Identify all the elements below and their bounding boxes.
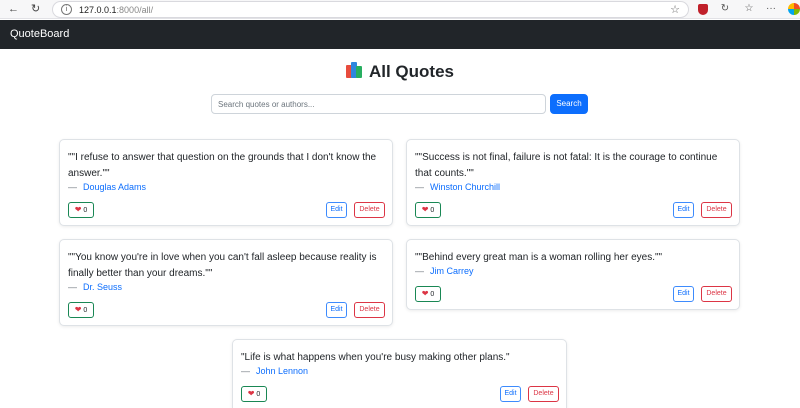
like-button[interactable]: ❤ 0 — [415, 202, 441, 218]
like-count: 0 — [430, 291, 435, 298]
page-title: All Quotes — [368, 62, 454, 81]
quote-card: "Life is what happens when you're busy m… — [232, 339, 567, 408]
like-count: 0 — [83, 307, 88, 314]
edit-button[interactable]: Edit — [326, 302, 347, 318]
author-dash: — — [241, 366, 250, 376]
url-text[interactable]: 127.0.0.1:8000/all/ — [79, 4, 153, 17]
search-button[interactable]: Search — [550, 94, 588, 114]
more-menu-icon[interactable]: ··· — [763, 2, 779, 16]
author-dash: — — [68, 282, 77, 292]
site-info-icon[interactable]: i — [61, 4, 72, 15]
like-button[interactable]: ❤ 0 — [68, 202, 94, 218]
quote-card: ""You know you're in love when you can't… — [59, 239, 393, 326]
url-host: 127.0.0.1 — [79, 5, 117, 15]
quote-author: — John Lennon — [241, 365, 308, 377]
edit-button[interactable]: Edit — [673, 286, 694, 302]
like-button[interactable]: ❤ 0 — [241, 386, 267, 402]
edit-button[interactable]: Edit — [673, 202, 694, 218]
favorites-icon[interactable]: ☆ — [741, 2, 757, 16]
author-link[interactable]: Dr. Seuss — [83, 282, 122, 292]
heart-icon: ❤ — [74, 205, 82, 214]
page-heading: All Quotes — [0, 62, 800, 82]
quote-card: ""Behind every great man is a woman roll… — [406, 239, 740, 310]
author-dash: — — [68, 182, 77, 192]
author-dash: — — [415, 266, 424, 276]
quote-text: ""You know you're in love when you can't… — [68, 252, 377, 279]
author-link[interactable]: Jim Carrey — [430, 266, 474, 276]
edit-button[interactable]: Edit — [326, 202, 347, 218]
star-icon[interactable]: ☆ — [670, 3, 680, 17]
like-count: 0 — [256, 391, 261, 398]
author-dash: — — [415, 182, 424, 192]
quote-text: ""Behind every great man is a woman roll… — [415, 252, 663, 263]
browser-toolbar: ← ↻ i 127.0.0.1:8000/all/ ☆ ↻ ☆ ··· — [0, 0, 800, 19]
quote-author: — Winston Churchill — [415, 181, 500, 193]
delete-button[interactable]: Delete — [528, 386, 559, 402]
author-link[interactable]: Douglas Adams — [83, 182, 146, 192]
like-count: 0 — [83, 207, 88, 214]
extension-icon[interactable]: ↻ — [717, 2, 733, 16]
shield-extension-icon[interactable] — [695, 2, 711, 16]
back-arrow-icon[interactable]: ← — [8, 2, 19, 17]
delete-button[interactable]: Delete — [701, 286, 732, 302]
author-link[interactable]: John Lennon — [256, 366, 308, 376]
books-icon — [345, 62, 363, 79]
quote-card: ""I refuse to answer that question on th… — [59, 139, 393, 226]
like-button[interactable]: ❤ 0 — [415, 286, 441, 302]
quote-author: — Dr. Seuss — [68, 281, 122, 293]
delete-button[interactable]: Delete — [354, 202, 385, 218]
quote-text: "Life is what happens when you're busy m… — [241, 352, 510, 363]
quote-text: ""I refuse to answer that question on th… — [68, 152, 377, 179]
reload-icon[interactable]: ↻ — [31, 2, 40, 17]
heart-icon: ❤ — [247, 389, 255, 398]
quote-author: — Jim Carrey — [415, 265, 474, 277]
delete-button[interactable]: Delete — [354, 302, 385, 318]
delete-button[interactable]: Delete — [701, 202, 732, 218]
edit-button[interactable]: Edit — [500, 386, 521, 402]
like-count: 0 — [430, 207, 435, 214]
heart-icon: ❤ — [421, 289, 429, 298]
brand-link[interactable]: QuoteBoard — [10, 27, 69, 41]
app-navbar: QuoteBoard — [0, 20, 800, 49]
address-bar[interactable]: i 127.0.0.1:8000/all/ ☆ — [52, 1, 689, 18]
url-path: :8000/all/ — [116, 5, 154, 15]
author-link[interactable]: Winston Churchill — [430, 182, 500, 192]
heart-icon: ❤ — [74, 305, 82, 314]
quote-card: ""Success is not final, failure is not f… — [406, 139, 740, 226]
quote-text: ""Success is not final, failure is not f… — [415, 152, 718, 179]
heart-icon: ❤ — [421, 205, 429, 214]
search-input[interactable] — [211, 94, 546, 114]
profile-icon[interactable] — [786, 2, 800, 16]
like-button[interactable]: ❤ 0 — [68, 302, 94, 318]
quote-author: — Douglas Adams — [68, 181, 146, 193]
